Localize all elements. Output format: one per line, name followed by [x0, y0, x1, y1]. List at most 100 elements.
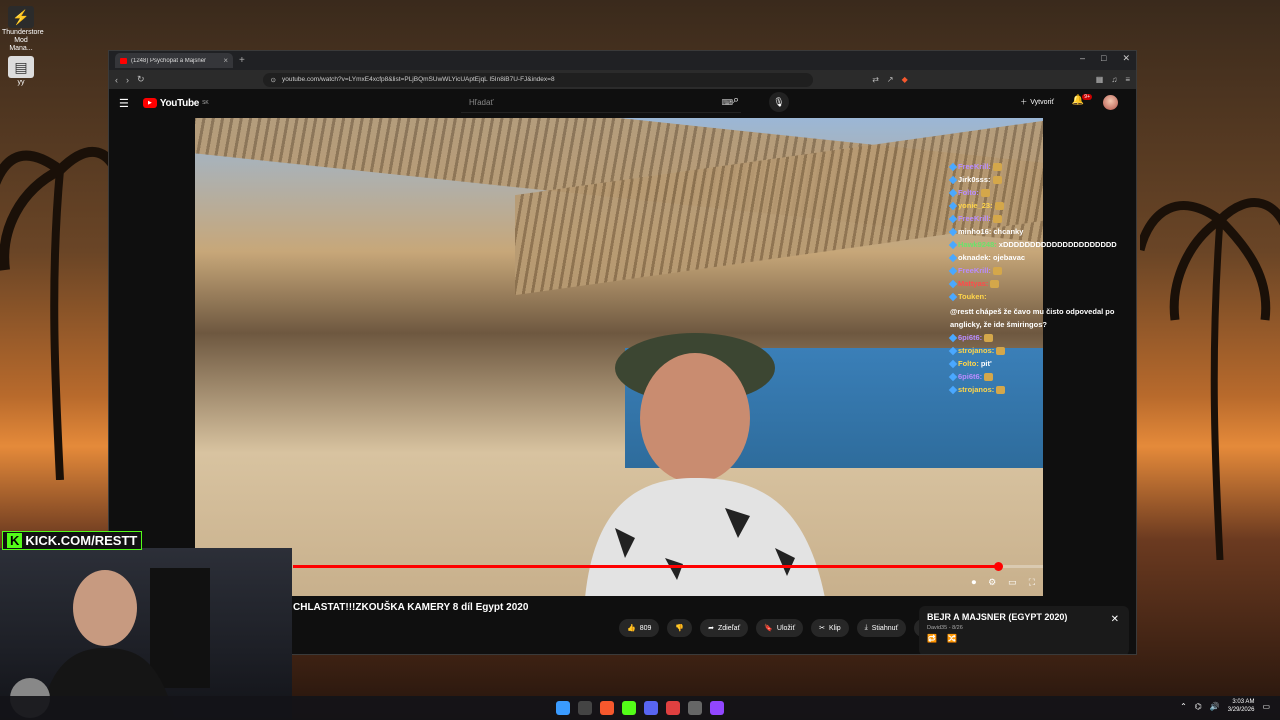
browser-tab[interactable]: (1248) Psychopat a Majsner × — [115, 53, 233, 68]
pin-icon[interactable] — [666, 701, 680, 715]
chat-emote-icon — [984, 372, 994, 381]
chat-message: FreeKrill: — [948, 212, 1130, 225]
hamburger-menu-icon[interactable]: ☰ — [119, 97, 129, 110]
chat-badge-icon — [948, 346, 958, 355]
save-label: Uložiť — [776, 624, 796, 632]
music-icon[interactable]: ♫ — [1111, 75, 1117, 84]
close-icon[interactable]: ✕ — [1111, 614, 1119, 625]
chat-username[interactable]: Hawk9248: — [958, 238, 997, 251]
network-icon[interactable]: ⌬ — [1195, 702, 1202, 711]
url-field[interactable]: ⊙ youtube.com/watch?v=LYmxE4xcfp8&list=P… — [262, 72, 813, 87]
chat-badge-icon — [948, 279, 958, 288]
discord-icon[interactable] — [644, 701, 658, 715]
chat-username[interactable]: 6pi6t6: — [958, 370, 982, 383]
clip-button[interactable]: ✂ Klip — [811, 619, 849, 637]
chat-username[interactable]: minho16: — [958, 225, 991, 238]
maximize-button[interactable]: □ — [1101, 53, 1106, 64]
download-label: Stiahnuť — [871, 624, 899, 632]
chat-message: minho16: chcanky — [948, 225, 1130, 238]
window-controls: – □ ✕ — [1080, 53, 1130, 64]
chat-username[interactable]: FreeKrill: — [958, 212, 991, 225]
autoplay-toggle[interactable]: ⏺ — [972, 577, 977, 588]
microphone-icon[interactable]: 🎙 — [769, 92, 789, 112]
tab-close-icon[interactable]: × — [223, 56, 228, 65]
progress-bar[interactable] — [293, 562, 1043, 571]
chat-text: xDDDDDDDDDDDDDDDDDDDDD — [998, 240, 1117, 249]
share-button[interactable]: ➦ Zdieľať — [700, 619, 749, 637]
menu-icon[interactable]: ≡ — [1125, 75, 1130, 84]
chat-username[interactable]: strojanos: — [958, 344, 994, 357]
miniplayer-icon[interactable]: ▭ — [1008, 577, 1017, 588]
country-code: SK — [202, 99, 209, 106]
site-info-icon[interactable]: ⊙ — [271, 76, 276, 84]
chat-username[interactable]: Jirk0sss: — [958, 173, 991, 186]
system-tray: ⌃ ⌬ 🔊 3:03 AM 3/29/2026 ▭ — [1180, 698, 1270, 714]
chat-message: Jirk0sss: — [948, 173, 1130, 186]
app-icon[interactable] — [688, 701, 702, 715]
fullscreen-icon[interactable]: ⛶ — [1029, 577, 1035, 588]
settings-icon[interactable]: ⚙ — [988, 577, 996, 588]
create-label: Vytvoriť — [1030, 98, 1054, 106]
playlist-title[interactable]: BEJR A MAJSNER (EGYPT 2020) — [927, 612, 1121, 622]
windows-start-icon[interactable] — [556, 701, 570, 715]
avatar[interactable] — [1103, 95, 1118, 110]
create-button[interactable]: ＋ Vytvoriť — [1020, 97, 1054, 107]
keyboard-icon[interactable]: ⌨ — [721, 98, 733, 107]
search-icon[interactable]: ⌕ — [733, 94, 739, 107]
close-window-button[interactable]: ✕ — [1122, 53, 1130, 64]
chat-emote-icon — [992, 175, 1002, 184]
chat-message: Touken: @restt chápeš že čavo mu čisto od… — [948, 290, 1130, 331]
playlist-panel: BEJR A MAJSNER (EGYPT 2020) David35 - 8/… — [919, 606, 1129, 654]
share-icon[interactable]: ↗ — [887, 75, 894, 84]
video-player[interactable]: ⏺ ⚙ ▭ ⛶ — [195, 118, 1043, 596]
chat-username[interactable]: 6pi6t6: — [958, 331, 982, 344]
chat-badge-icon — [948, 227, 958, 236]
chat-emote-icon — [992, 162, 1002, 171]
youtube-play-icon: ▶ — [142, 98, 157, 108]
chat-emote-icon — [996, 346, 1006, 355]
chat-username[interactable]: Folto: — [958, 186, 979, 199]
browser-toolbar: ⇄ ↗ ◆ ▦ ♫ ≡ — [872, 75, 1130, 84]
search-input[interactable]: Hľadať ⌨ — [461, 93, 741, 113]
youtube-logo[interactable]: ▶ YouTube SK — [142, 98, 209, 109]
forward-icon[interactable]: › — [126, 75, 129, 85]
volume-icon[interactable]: 🔊 — [1210, 702, 1220, 711]
desktop-icon-thunderstore[interactable]: ⚡ Thunderstore Mod Mana... — [2, 6, 44, 53]
chat-username[interactable]: Touken: — [958, 290, 987, 303]
chat-username[interactable]: oknadek: — [958, 251, 991, 264]
extensions-icon[interactable]: ▦ — [1096, 75, 1104, 84]
download-button[interactable]: ⤓ Stiahnuť — [856, 619, 907, 637]
chat-username[interactable]: Mattyas: — [958, 277, 988, 290]
like-button[interactable]: 👍 809 — [619, 619, 660, 637]
progress-scrubber[interactable] — [994, 562, 1003, 571]
chat-username[interactable]: yonie_23: — [958, 199, 993, 212]
chat-emote-icon — [990, 279, 1000, 288]
twitch-icon[interactable] — [710, 701, 724, 715]
clock[interactable]: 3:03 AM 3/29/2026 — [1228, 698, 1255, 714]
chat-badge-icon — [948, 214, 958, 223]
back-icon[interactable]: ‹ — [115, 75, 118, 85]
new-tab-button[interactable]: + — [239, 55, 245, 66]
chat-message: FreeKrill: — [948, 264, 1130, 277]
shuffle-icon[interactable]: 🔀 — [947, 634, 957, 643]
chat-username[interactable]: FreeKrill: — [958, 160, 991, 173]
kick-app-icon[interactable] — [622, 701, 636, 715]
thumbs-up-icon: 👍 — [627, 625, 636, 632]
notification-center-icon[interactable]: ▭ — [1262, 702, 1270, 711]
dislike-button[interactable]: 👎 — [667, 619, 693, 637]
tray-chevron-icon[interactable]: ⌃ — [1180, 702, 1187, 711]
minimize-button[interactable]: – — [1080, 53, 1085, 64]
chat-username[interactable]: Folto: — [958, 357, 979, 370]
chat-username[interactable]: FreeKrill: — [958, 264, 991, 277]
stream-chat-overlay: FreeKrill: Jirk0sss: Folto: yonie_23: FreeKr… — [948, 160, 1130, 396]
reload-icon[interactable]: ↻ — [137, 74, 145, 85]
brave-shield-icon[interactable]: ◆ — [902, 75, 908, 84]
chat-username[interactable]: strojanos: — [958, 383, 994, 396]
loop-icon[interactable]: 🔁 — [927, 634, 937, 643]
translate-icon[interactable]: ⇄ — [872, 75, 879, 84]
explorer-icon[interactable] — [578, 701, 592, 715]
save-button[interactable]: 🔖 Uložiť — [756, 619, 804, 637]
kick-url: KICK.COM/RESTT — [25, 533, 138, 548]
brave-browser-icon[interactable] — [600, 701, 614, 715]
webcam-person — [10, 568, 210, 720]
